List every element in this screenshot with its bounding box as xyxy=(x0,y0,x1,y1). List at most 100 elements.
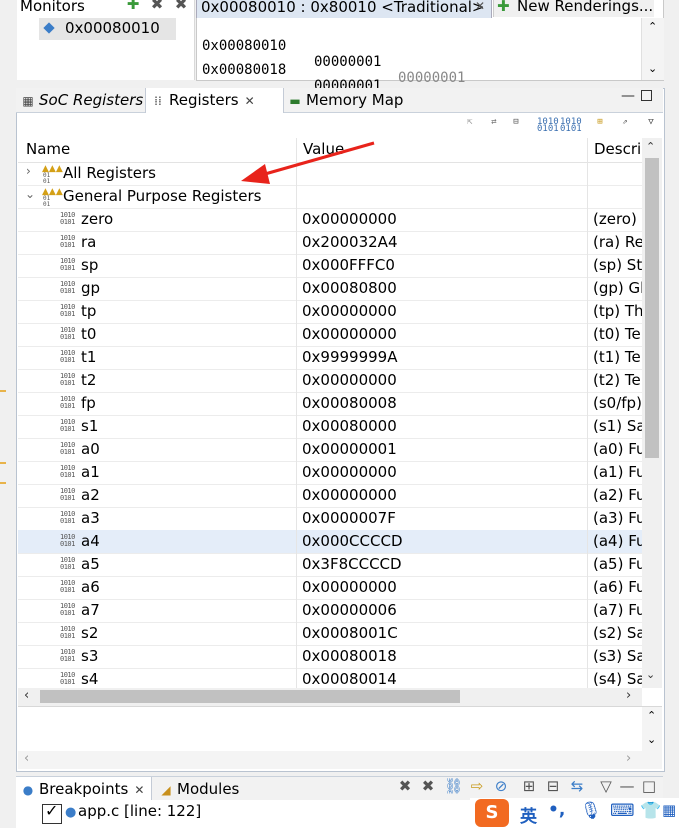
register-value[interactable]: 0x00080800 xyxy=(302,279,397,297)
register-row[interactable]: 1010 0101 a6 0x00000000 (a6) Fu xyxy=(18,576,642,600)
register-value[interactable]: 0x00000000 xyxy=(302,325,397,343)
register-value[interactable]: 0x00000000 xyxy=(302,371,397,389)
register-value[interactable]: 0x3F8CCCCD xyxy=(302,555,402,573)
minimize-icon[interactable]: — xyxy=(621,88,635,104)
value-cell[interactable]: 0x00080008 xyxy=(297,392,588,415)
skip-breakpoints-icon[interactable]: ⊘ xyxy=(493,778,509,794)
tab-breakpoints[interactable]: ● Breakpoints ✕ xyxy=(16,777,152,801)
close-icon[interactable]: ✕ xyxy=(475,0,485,13)
tab-memory-map[interactable]: ▬ Memory Map xyxy=(283,88,413,112)
restore-icon[interactable]: ⇱ xyxy=(462,118,478,133)
value-cell[interactable]: 0x00000000 xyxy=(297,461,588,484)
remove-monitor-icon[interactable]: ✖ xyxy=(149,0,165,12)
chevron-left-icon[interactable]: ‹ xyxy=(24,751,29,766)
group-row-general-purpose[interactable]: ⌄ ▲▲▲ 01 01 General Purpose Registers xyxy=(18,185,642,209)
register-row[interactable]: 1010 0101 a2 0x00000000 (a2) Fu xyxy=(18,484,642,508)
value-cell[interactable]: 0x00080000 xyxy=(297,415,588,438)
register-row[interactable]: 10100101 sp 0x000FFFC0 (sp) Sta xyxy=(18,254,642,278)
register-row[interactable]: 1010 0101 fp 0x00080008 (s0/fp) xyxy=(18,392,642,416)
breakpoint-label[interactable]: app.c [line: 122] xyxy=(78,802,201,820)
grid-icon[interactable]: ▦ xyxy=(662,801,676,819)
export-icon[interactable]: ⇗ xyxy=(617,118,633,133)
add-monitor-icon[interactable]: ✚ xyxy=(125,0,141,12)
microphone-icon[interactable]: 🎙 xyxy=(580,801,602,821)
value-cell[interactable]: 0x00000000 xyxy=(297,323,588,346)
register-row[interactable]: 1010 0101 a5 0x3F8CCCCD (a5) Fu xyxy=(18,553,642,577)
register-value[interactable]: 0x000FFFC0 xyxy=(302,256,395,274)
chevron-up-icon[interactable]: ⌃ xyxy=(646,140,655,153)
register-row[interactable]: 10100101 s2 0x0008001C (s2) Sav xyxy=(18,622,642,646)
sogou-logo-icon[interactable]: S xyxy=(475,799,509,827)
column-header-value[interactable]: Value xyxy=(303,140,344,158)
chevron-right-icon[interactable]: › xyxy=(26,164,31,178)
register-value[interactable]: 0x0008001C xyxy=(302,624,398,642)
remove-breakpoint-icon[interactable]: ✖ xyxy=(397,778,413,794)
register-value[interactable]: 0x9999999A xyxy=(302,348,398,366)
chevron-down-icon[interactable]: ⌄ xyxy=(646,668,655,681)
registers-horizontal-scrollbar[interactable]: ‹ › xyxy=(18,688,642,706)
number-format-icon[interactable]: 1010 0101 xyxy=(560,118,582,134)
register-detail-pane[interactable]: ⌃ ⌄ ‹ › xyxy=(18,706,662,769)
register-value[interactable]: 0x00000000 xyxy=(302,210,397,228)
register-row[interactable]: 1010 0101 t0 0x00000000 (t0) Ter xyxy=(18,323,642,347)
chevron-right-icon[interactable]: › xyxy=(626,751,631,766)
value-cell[interactable]: 0x00080018 xyxy=(297,645,588,668)
scrollbar-thumb[interactable] xyxy=(40,690,460,703)
register-row[interactable]: 1010 0101 tp 0x00000000 (tp) Th xyxy=(18,300,642,324)
view-menu-icon[interactable]: ▽ xyxy=(643,118,659,133)
value-cell[interactable]: 0x00080014 xyxy=(297,668,588,688)
register-value[interactable]: 0x00000000 xyxy=(302,302,397,320)
register-value[interactable]: 0x00080014 xyxy=(302,670,397,688)
column-header-name[interactable]: Name xyxy=(26,140,70,158)
value-cell[interactable]: 0x000FFFC0 xyxy=(297,254,588,277)
minimize-icon[interactable]: — xyxy=(619,778,635,794)
close-icon[interactable]: ✕ xyxy=(134,783,144,797)
tab-new-renderings[interactable]: ✚ New Renderings... xyxy=(493,0,654,17)
column-divider[interactable] xyxy=(296,138,297,162)
value-cell[interactable]: 0x3F8CCCCD xyxy=(297,553,588,576)
ime-punctuation-toggle[interactable]: •, xyxy=(548,800,565,820)
register-value[interactable]: 0x00080018 xyxy=(302,647,397,665)
maximize-icon[interactable] xyxy=(641,90,652,101)
keyboard-icon[interactable]: ⌨ xyxy=(610,801,635,821)
chevron-down-icon[interactable]: ⌄ xyxy=(25,187,35,201)
memory-vertical-scrollbar[interactable]: ⌃ ⌄ xyxy=(641,18,664,80)
register-row[interactable]: 1010 0101 t1 0x9999999A (t1) Ter xyxy=(18,346,642,370)
value-cell[interactable]: 0x0008001C xyxy=(297,622,588,645)
value-cell[interactable]: 0x00000000 xyxy=(297,208,588,231)
register-value[interactable]: 0x00000000 xyxy=(302,486,397,504)
register-row[interactable]: 10100101 s4 0x00080014 (s4) Sav xyxy=(18,668,642,688)
chevron-down-icon[interactable]: ⌄ xyxy=(647,733,656,746)
collapse-all-icon[interactable]: ⊟ xyxy=(508,118,524,133)
register-value[interactable]: 0x00080000 xyxy=(302,417,397,435)
new-group-icon[interactable]: ⊞ xyxy=(592,118,608,133)
value-cell[interactable]: 0x00000000 xyxy=(297,484,588,507)
chevron-up-icon[interactable]: ⌃ xyxy=(648,20,657,33)
close-icon[interactable]: ✕ xyxy=(245,94,255,108)
register-row[interactable]: 1010 0101 a0 0x00000001 (a0) Fu xyxy=(18,438,642,462)
chevron-up-icon[interactable]: ⌃ xyxy=(647,709,656,722)
register-value[interactable]: 0x0000007F xyxy=(302,509,396,527)
value-cell[interactable]: 0x00080800 xyxy=(297,277,588,300)
shirt-icon[interactable]: 👕 xyxy=(640,801,661,821)
value-cell[interactable]: 0x00000000 xyxy=(297,369,588,392)
register-row[interactable]: 1010 0101 a7 0x00000006 (a7) Fu xyxy=(18,599,642,623)
value-cell[interactable]: 0x0000007F xyxy=(297,507,588,530)
tab-modules[interactable]: ◢ Modules xyxy=(154,777,264,801)
value-cell[interactable]: 0x00000006 xyxy=(297,599,588,622)
register-row[interactable]: 1010 0101 a1 0x00000000 (a1) Fu xyxy=(18,461,642,485)
expand-all-icon[interactable]: ⊞ xyxy=(521,778,537,794)
chevron-right-icon[interactable]: › xyxy=(626,688,631,703)
value-cell[interactable]: 0x00000000 xyxy=(297,300,588,323)
remove-all-breakpoints-icon[interactable]: ✖ xyxy=(420,778,436,794)
value-cell[interactable]: 0x00000001 xyxy=(297,438,588,461)
value-cell[interactable]: 0x00000000 xyxy=(297,576,588,599)
ime-language-toggle[interactable]: 英 xyxy=(520,802,537,827)
register-value[interactable]: 0x00000006 xyxy=(302,601,397,619)
value-cell[interactable]: 0x9999999A xyxy=(297,346,588,369)
goto-file-icon[interactable]: ⇨ xyxy=(469,778,485,794)
register-row[interactable]: 1010 0101 gp 0x00080800 (gp) Gl xyxy=(18,277,642,301)
maximize-icon[interactable]: □ xyxy=(641,778,657,794)
collapse-all-icon[interactable]: ⊟ xyxy=(545,778,561,794)
registers-vertical-scrollbar[interactable]: ⌃ ⌄ xyxy=(642,138,662,688)
